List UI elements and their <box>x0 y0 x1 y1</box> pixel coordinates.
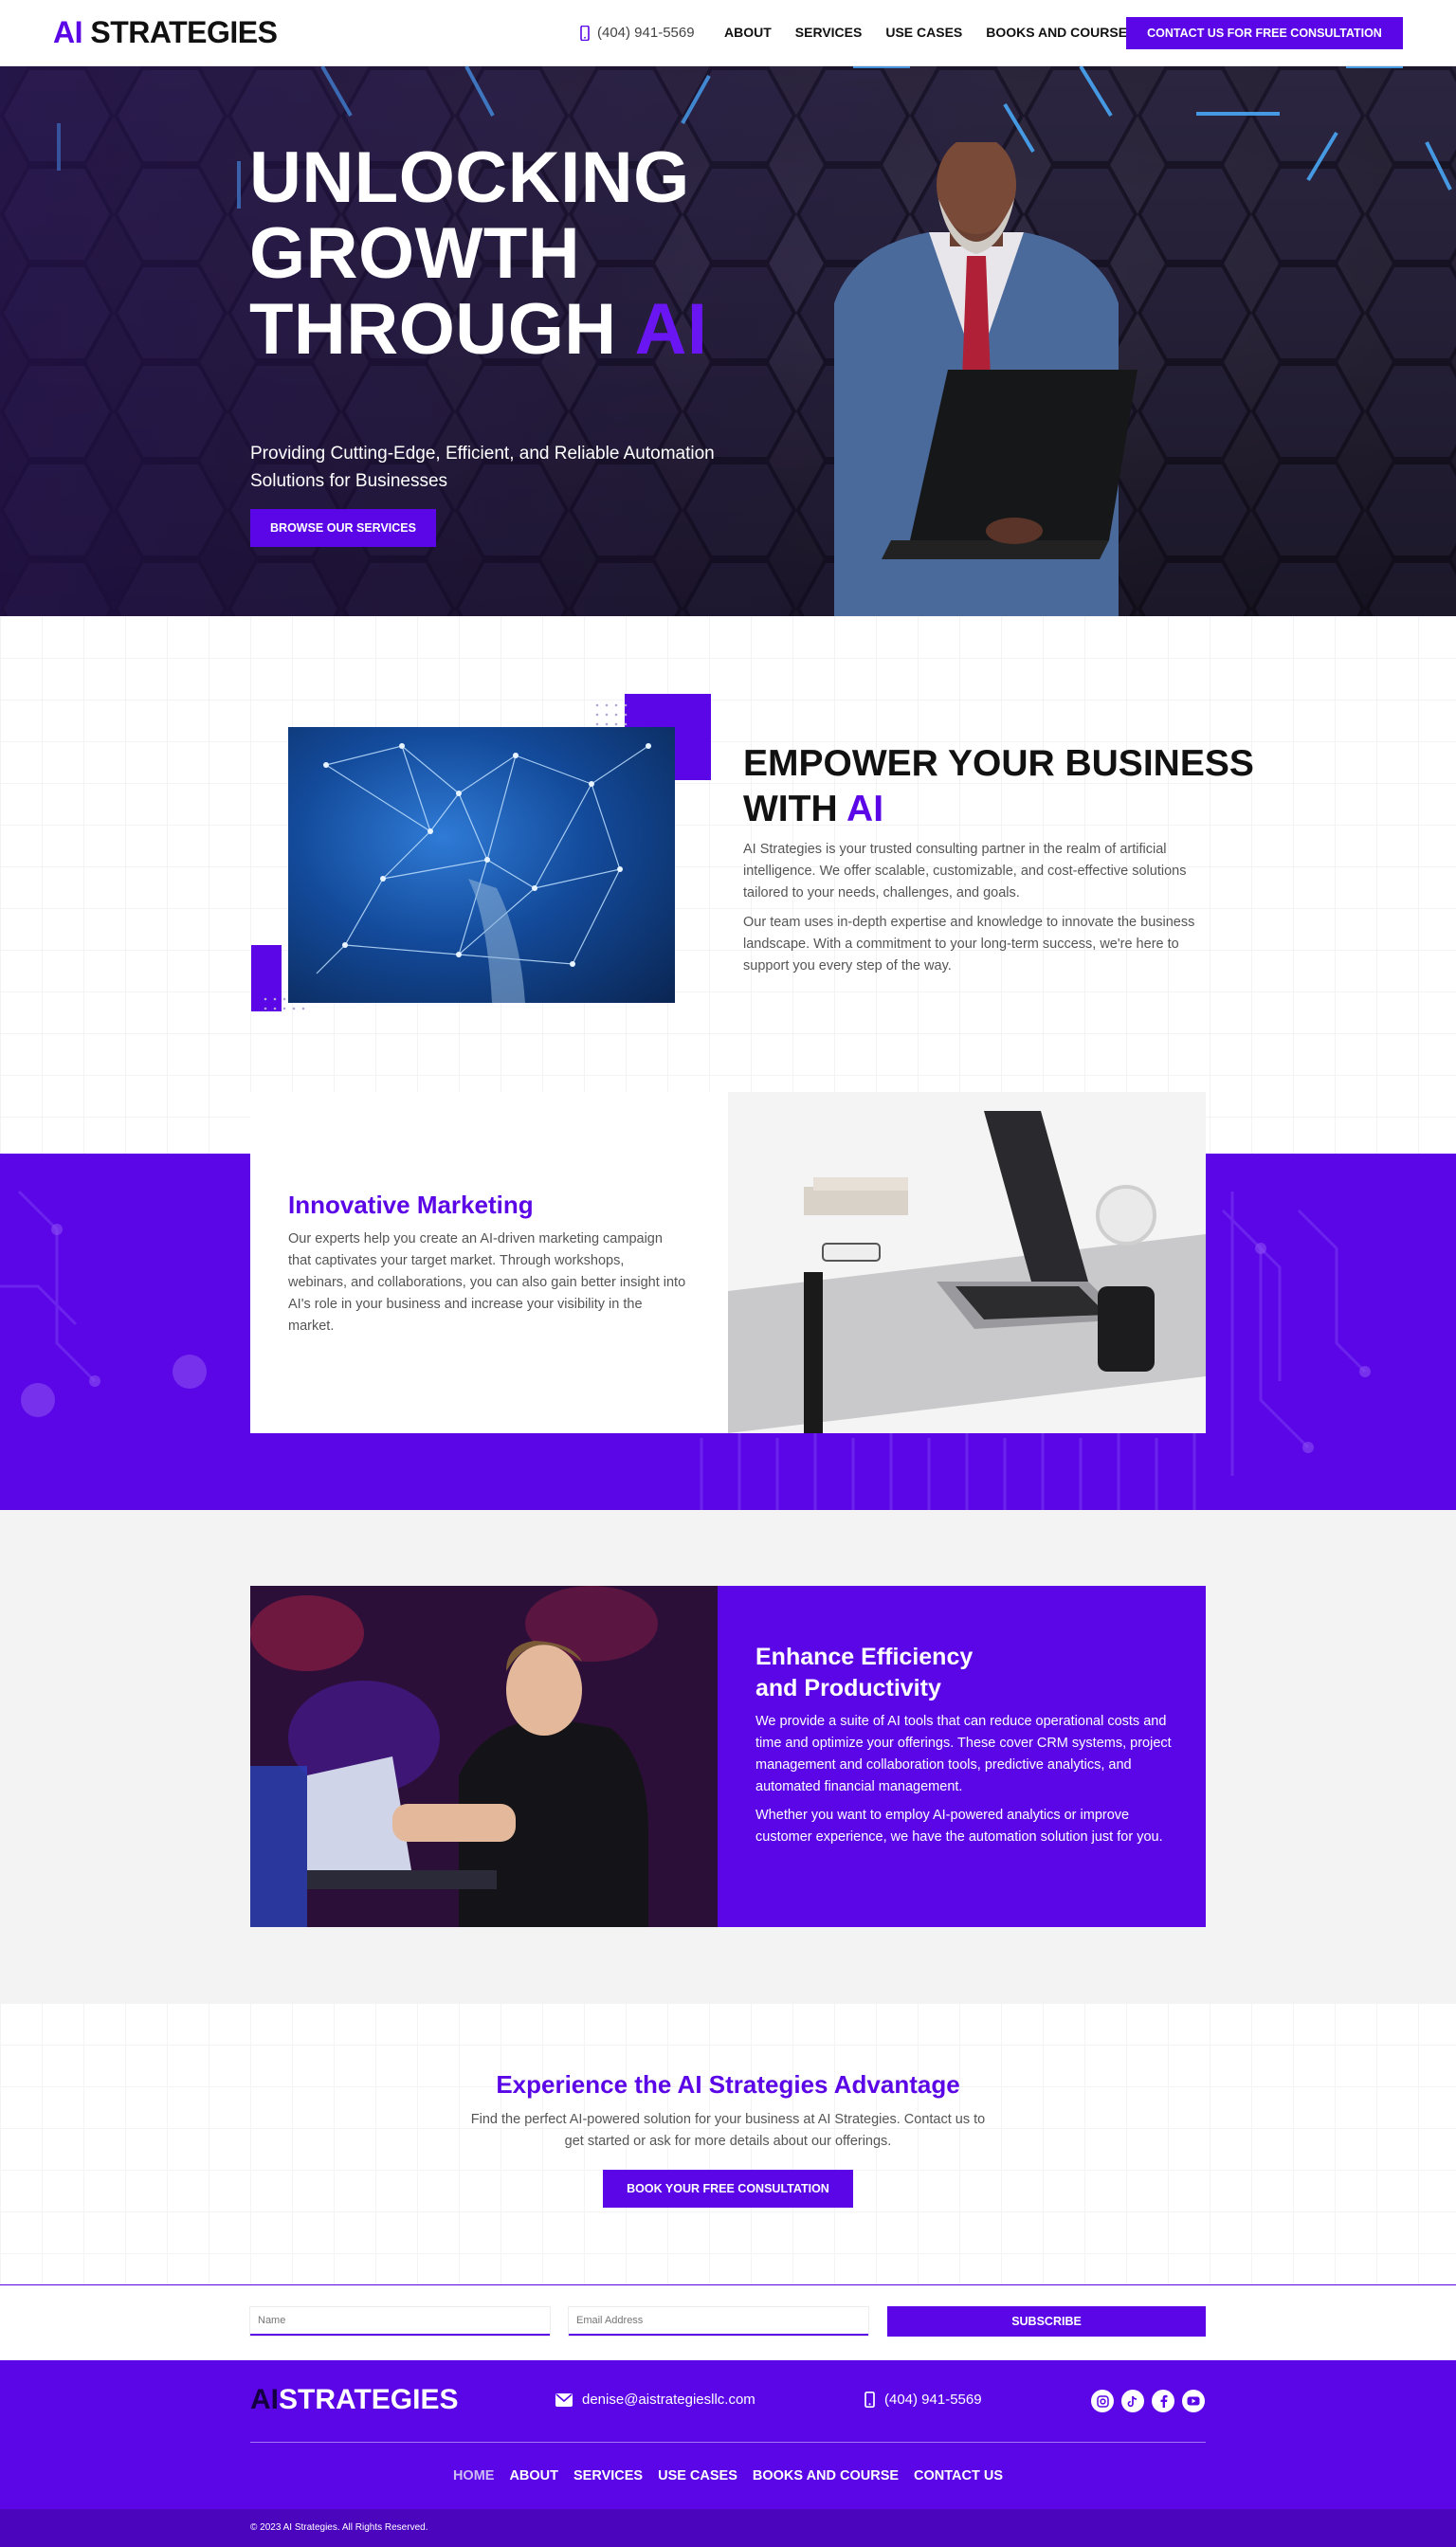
hero-title-line-1: UNLOCKING <box>249 137 690 218</box>
instagram-icon[interactable] <box>1091 2390 1114 2412</box>
facebook-icon[interactable] <box>1152 2390 1174 2412</box>
footer-logo[interactable]: AISTRATEGIES <box>250 2384 458 2416</box>
hero-title: UNLOCKING GROWTH THROUGH AI <box>249 140 708 368</box>
footer-nav: HOME ABOUT SERVICES USE CASES BOOKS AND … <box>0 2468 1456 2483</box>
advantage-body: Find the perfect AI-powered solution for… <box>470 2112 986 2149</box>
hero-title-line-2: GROWTH <box>249 213 581 294</box>
developer-coding-image <box>250 1586 718 1927</box>
hero-title-through: THROUGH <box>249 289 635 370</box>
efficiency-title-line-1: Enhance Efficiency <box>755 1644 974 1670</box>
hero-title-line-3: THROUGH AI <box>249 292 708 368</box>
empower-title-ai: AI <box>846 789 884 829</box>
empower-section <box>0 616 1456 1154</box>
copyright-bar <box>0 2509 1456 2547</box>
site-logo[interactable]: AI STRATEGIES <box>53 15 278 50</box>
hero-banner <box>0 66 1456 616</box>
efficiency-title: Enhance Efficiency and Productivity <box>755 1642 973 1704</box>
youtube-icon[interactable] <box>1182 2390 1205 2412</box>
footer-divider <box>250 2442 1206 2443</box>
tiktok-icon[interactable] <box>1121 2390 1144 2412</box>
footer-logo-strategies: STRATEGIES <box>279 2384 459 2415</box>
hero-overlay <box>0 66 1456 616</box>
footer-phone-number: (404) 941-5569 <box>884 2392 982 2408</box>
logo-ai: AI <box>53 15 83 49</box>
footer-email[interactable]: denise@aistrategiesllc.com <box>555 2392 755 2408</box>
advantage-title: Experience the AI Strategies Advantage <box>496 2070 960 2099</box>
efficiency-title-line-2: and Productivity <box>755 1675 941 1701</box>
name-field[interactable] <box>250 2307 550 2336</box>
book-consultation-button[interactable]: BOOK YOUR FREE CONSULTATION <box>603 2170 853 2208</box>
efficiency-paragraph-1: We provide a suite of AI tools that can … <box>755 1714 1172 1794</box>
marketing-title: Innovative Marketing <box>288 1191 534 1219</box>
email-field[interactable] <box>569 2307 868 2336</box>
footer-email-address: denise@aistrategiesllc.com <box>582 2392 755 2408</box>
footer-phone[interactable]: (404) 941-5569 <box>864 2392 982 2408</box>
nav-item-about[interactable]: ABOUT <box>724 25 772 40</box>
footer-nav-about[interactable]: ABOUT <box>509 2468 558 2483</box>
nav-item-use-cases[interactable]: USE CASES <box>885 25 962 40</box>
empower-paragraph-1: AI Strategies is your trusted consulting… <box>743 842 1187 901</box>
phone-icon <box>864 2392 875 2408</box>
efficiency-paragraph-2: Whether you want to employ AI-powered an… <box>755 1808 1163 1845</box>
footer-nav-contact-us[interactable]: CONTACT US <box>914 2468 1003 2483</box>
site-footer <box>0 2360 1456 2509</box>
empower-paragraph-2: Our team uses in-depth expertise and kno… <box>743 915 1195 973</box>
hero-subtitle: Providing Cutting-Edge, Efficient, and R… <box>250 444 715 491</box>
contact-consultation-button[interactable]: CONTACT US FOR FREE CONSULTATION <box>1126 17 1403 49</box>
footer-nav-use-cases[interactable]: USE CASES <box>658 2468 737 2483</box>
copyright-text: © 2023 AI Strategies. All Rights Reserve… <box>250 2522 428 2533</box>
nav-item-services[interactable]: SERVICES <box>795 25 863 40</box>
empower-title-line-2: WITH AI <box>743 787 1254 832</box>
hero-businessman-image <box>834 142 1138 616</box>
footer-nav-services[interactable]: SERVICES <box>573 2468 643 2483</box>
footer-logo-ai: AI <box>250 2384 279 2415</box>
hero-title-ai: AI <box>634 289 708 370</box>
logo-strategies: STRATEGIES <box>82 15 278 49</box>
marketing-body: Our experts help you create an AI-driven… <box>288 1231 686 1334</box>
empower-title-line-1: EMPOWER YOUR BUSINESS <box>743 743 1254 784</box>
ai-network-image <box>288 727 675 1003</box>
envelope-icon <box>555 2392 573 2407</box>
subscribe-button[interactable]: SUBSCRIBE <box>887 2306 1206 2337</box>
header-phone[interactable]: (404) 941-5569 <box>580 25 695 41</box>
empower-title-with: WITH <box>743 789 847 829</box>
empower-title: EMPOWER YOUR BUSINESS WITH AI <box>743 741 1254 832</box>
social-links <box>1091 2390 1205 2412</box>
browse-services-button[interactable]: BROWSE OUR SERVICES <box>250 509 436 547</box>
footer-nav-home[interactable]: HOME <box>453 2468 495 2483</box>
phone-icon <box>580 25 590 41</box>
footer-nav-books-and-course[interactable]: BOOKS AND COURSE <box>753 2468 899 2483</box>
laptop-desk-image <box>728 1092 1206 1433</box>
header-phone-number: (404) 941-5569 <box>597 25 695 41</box>
main-nav: ABOUT SERVICES USE CASES BOOKS AND COURS… <box>724 25 1127 40</box>
nav-item-books-and-course[interactable]: BOOKS AND COURSE <box>986 25 1127 40</box>
